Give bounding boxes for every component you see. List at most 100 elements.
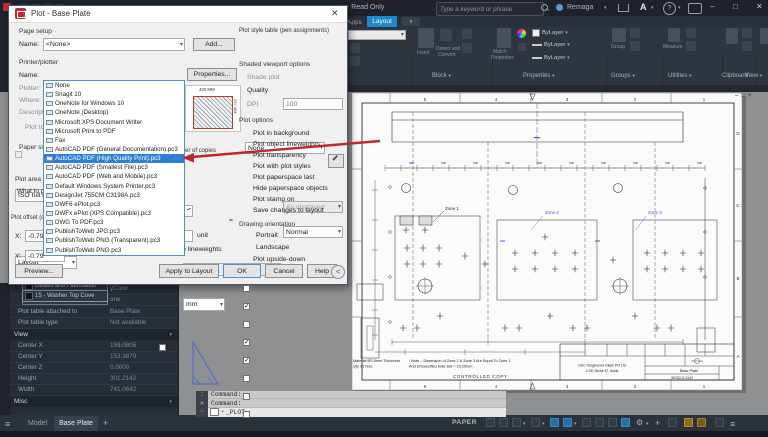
ungroup-icon[interactable]	[630, 28, 640, 38]
scale-lineweights-checkbox[interactable]	[159, 344, 166, 351]
paper-space-toggle[interactable]: PAPER	[452, 419, 477, 426]
copy-icon[interactable]	[742, 28, 752, 38]
printer-option[interactable]: OneNote (Desktop)	[44, 108, 184, 117]
isodraft-caret-icon[interactable]: ▾	[542, 421, 545, 427]
lineweight-display-icon[interactable]	[582, 418, 591, 427]
printer-option-highlighted[interactable]: AutoCAD PDF (High Quality Print).pc3	[44, 154, 184, 164]
lineweight-bylayer-combo[interactable]: ByLayer ▾	[532, 42, 570, 48]
measure-icon[interactable]	[668, 28, 680, 42]
plot-to-file-checkbox[interactable]	[15, 151, 22, 158]
quick-select-icon[interactable]	[686, 28, 696, 38]
palette-section-view[interactable]: View ▾	[10, 329, 178, 340]
plot-paperspace-last-checkbox[interactable]	[243, 356, 250, 364]
tab-base-plate[interactable]: Base Plate	[54, 416, 98, 431]
palette-section-misc[interactable]: Misc ▾	[10, 396, 178, 407]
customize-wrench-icon[interactable]: ~	[200, 409, 204, 416]
units-icon[interactable]	[684, 418, 693, 427]
tab-layout[interactable]: Layout	[367, 16, 397, 27]
group-edit-icon[interactable]	[630, 41, 640, 51]
printer-option[interactable]: AutoCAD PDF (Web and Mobile).pc3	[44, 172, 184, 181]
detect-convert-icon[interactable]	[440, 29, 452, 41]
color-bylayer-combo[interactable]: ByLayer ▾	[532, 29, 568, 37]
save-changes-to-layout-checkbox[interactable]	[243, 411, 250, 418]
help-icon[interactable]: ?	[663, 2, 676, 15]
viewport-window-controls[interactable]: –□×	[735, 93, 754, 99]
printer-option[interactable]: None	[44, 81, 184, 90]
customize-status-icon[interactable]: ≡	[730, 419, 735, 429]
insert-label[interactable]: Insert	[417, 50, 430, 57]
color-wheel-icon[interactable]	[517, 29, 526, 38]
recent-commands-icon[interactable]: ▾	[221, 409, 224, 415]
tab-overflow[interactable]: ▾	[402, 17, 420, 26]
gear-caret-icon[interactable]: ▾	[646, 421, 649, 427]
plot-object-lineweights-checkbox[interactable]	[243, 302, 250, 310]
printer-option[interactable]: Default Windows System Printer.pc3	[44, 182, 184, 191]
close-command-icon[interactable]: ✕	[199, 401, 204, 408]
osnap-caret-icon[interactable]: ▾	[574, 421, 577, 427]
view-tool-icon[interactable]	[760, 28, 768, 44]
plot-stamp-on-checkbox[interactable]	[243, 393, 250, 400]
properties-tool-icon[interactable]	[518, 43, 526, 51]
printer-option[interactable]: PublishToWeb PNG (Transparent).pc3	[44, 236, 184, 245]
palette-row-width[interactable]: Width 741.0642	[10, 384, 178, 396]
plot-with-plot-styles-checkbox[interactable]	[243, 338, 250, 346]
user-name[interactable]: Remaga	[567, 4, 593, 11]
printer-option[interactable]: DesignJet 755CM C3198A.pc3	[44, 191, 184, 200]
annotation-scale-add-icon[interactable]: +	[655, 418, 660, 428]
printer-option[interactable]: DWG To PDF.pc3	[44, 218, 184, 227]
printer-option[interactable]: OneNote for Windows 10	[44, 99, 184, 108]
clean-screen-icon[interactable]	[715, 418, 724, 427]
close-button[interactable]: ✕	[756, 2, 763, 11]
cart-icon[interactable]	[618, 4, 629, 12]
printer-option[interactable]: Microsoft Print to PDF	[44, 127, 184, 136]
polar-caret-icon[interactable]: ▾	[523, 421, 526, 427]
palette-title-strip[interactable]	[0, 283, 10, 415]
printer-option[interactable]: Fax	[44, 136, 184, 145]
palette-row-plot-table-type[interactable]: Plot table type Not available	[10, 317, 178, 329]
cut-icon[interactable]	[742, 41, 752, 51]
add-page-setup-button[interactable]: Add...	[193, 38, 235, 51]
hide-paperspace-objects-checkbox[interactable]	[243, 375, 250, 382]
minimize-button[interactable]: –	[710, 2, 714, 11]
dpi-field[interactable]: 100	[283, 98, 343, 110]
transparency-icon[interactable]	[595, 418, 604, 427]
panel-clipboard-label[interactable]: Clipboard	[722, 73, 748, 79]
preview-button[interactable]: Preview...	[15, 264, 63, 278]
block-tool-icon[interactable]	[462, 29, 472, 39]
collapse-icon[interactable]: ▾	[169, 399, 172, 405]
grip-icon[interactable]: ::	[200, 392, 203, 399]
collapse-icon[interactable]: ▾	[169, 332, 172, 338]
selection-cycling-icon[interactable]	[608, 418, 617, 427]
chat-icon[interactable]	[688, 3, 702, 14]
search-input[interactable]: Type a keyword or phrase	[436, 2, 544, 16]
cancel-button[interactable]: Cancel	[265, 264, 303, 278]
panel-groups-label[interactable]: Groups ▾	[611, 73, 635, 79]
linetype-bylayer-combo[interactable]: ByLayer ▾	[532, 55, 570, 61]
customization-gear-icon[interactable]: ⚙	[636, 418, 643, 427]
isodraft-icon[interactable]	[531, 418, 540, 427]
scale-units-combo[interactable]: mm	[183, 298, 225, 311]
drawing-sheet[interactable]: 5 4 3 2 1 5 4 3 2 1 D C B A Zone 1 Zone …	[345, 90, 768, 415]
insert-block-icon[interactable]	[418, 28, 434, 48]
osnap-tracking-icon[interactable]	[563, 418, 572, 427]
panel-utilities-label[interactable]: Utilities ▾	[668, 73, 692, 79]
apply-to-layout-button[interactable]: Apply to Layout	[159, 264, 219, 278]
layer-icon[interactable]	[350, 43, 360, 53]
panel-view-label[interactable]: View ▾	[745, 73, 762, 79]
less-options-button[interactable]: <	[331, 265, 345, 279]
panel-properties-label[interactable]: Properties ▾	[523, 73, 555, 79]
printer-properties-button[interactable]: Properties...	[187, 68, 237, 81]
workspace-icon[interactable]	[668, 418, 677, 427]
layer-icon[interactable]	[350, 56, 360, 66]
block-tool-icon[interactable]	[462, 43, 472, 53]
dialog-close-icon[interactable]: ✕	[331, 8, 339, 19]
printer-option[interactable]: DWF6 ePlot.pc3	[44, 200, 184, 209]
dialog-titlebar[interactable]: Plot - Base Plate ✕	[9, 6, 347, 23]
page-setup-combo[interactable]: <None>	[43, 38, 185, 51]
tree-item-child[interactable]: 15 - Washer Top Cove	[22, 290, 108, 302]
user-avatar-icon[interactable]	[556, 4, 563, 11]
search-icon[interactable]	[541, 4, 548, 11]
triangle-object[interactable]	[188, 338, 224, 388]
printer-option[interactable]: PublishToWeb JPG.pc3	[44, 227, 184, 236]
annotation-visibility-icon[interactable]	[621, 418, 630, 427]
